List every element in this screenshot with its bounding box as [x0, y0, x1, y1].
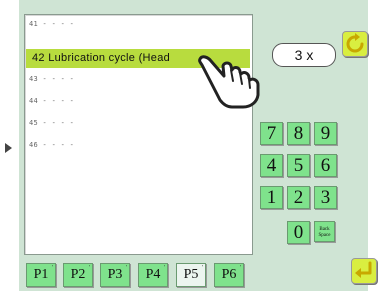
key-4[interactable]: 4: [260, 154, 283, 177]
tab-label: P2: [70, 267, 86, 282]
pointing-hand-icon: [198, 55, 260, 109]
tab-marker-icon: ': [239, 265, 241, 271]
tab-marker-icon: ': [88, 265, 90, 271]
tab-p5[interactable]: P5 ': [176, 263, 206, 287]
key-5[interactable]: 5: [287, 154, 310, 177]
tab-p1[interactable]: P1 ': [26, 263, 56, 287]
tab-marker-icon: ': [201, 265, 203, 271]
key-9[interactable]: 9: [314, 122, 337, 145]
list-item[interactable]: 41 - - - -: [29, 20, 74, 28]
tab-marker-icon: ': [163, 265, 165, 271]
refresh-icon: [346, 33, 364, 53]
tab-label: P5: [183, 267, 199, 282]
list-item[interactable]: 46 - - - -: [29, 141, 74, 149]
key-8[interactable]: 8: [287, 122, 310, 145]
confirm-button[interactable]: [351, 258, 377, 284]
key-6[interactable]: 6: [314, 154, 337, 177]
key-0[interactable]: 0: [287, 221, 310, 244]
tab-p6[interactable]: P6 ': [214, 263, 244, 287]
tab-label: P6: [221, 267, 237, 282]
tab-marker-icon: ': [125, 265, 127, 271]
key-2[interactable]: 2: [287, 186, 310, 209]
key-3[interactable]: 3: [314, 186, 337, 209]
tab-p2[interactable]: P2 ': [63, 263, 93, 287]
tab-label: P3: [107, 267, 123, 282]
enter-arrow-icon: [355, 261, 372, 278]
tab-marker-icon: ': [51, 265, 53, 271]
backspace-key[interactable]: Back Space: [314, 221, 335, 242]
tab-p3[interactable]: P3 ': [100, 263, 130, 287]
list-item[interactable]: 45 - - - -: [29, 119, 74, 127]
list-item[interactable]: 43 - - - -: [29, 75, 74, 83]
key-7[interactable]: 7: [260, 122, 283, 145]
tab-label: P1: [33, 267, 49, 282]
list-item[interactable]: 44 - - - -: [29, 97, 74, 105]
key-1[interactable]: 1: [260, 186, 283, 209]
tab-label: P4: [145, 267, 161, 282]
side-arrow-icon: [5, 143, 12, 153]
tab-p4[interactable]: P4 ': [138, 263, 168, 287]
backspace-label-line2: Space: [318, 233, 331, 238]
repeat-count-display: 3 x: [272, 43, 336, 67]
reset-button[interactable]: [342, 31, 368, 57]
